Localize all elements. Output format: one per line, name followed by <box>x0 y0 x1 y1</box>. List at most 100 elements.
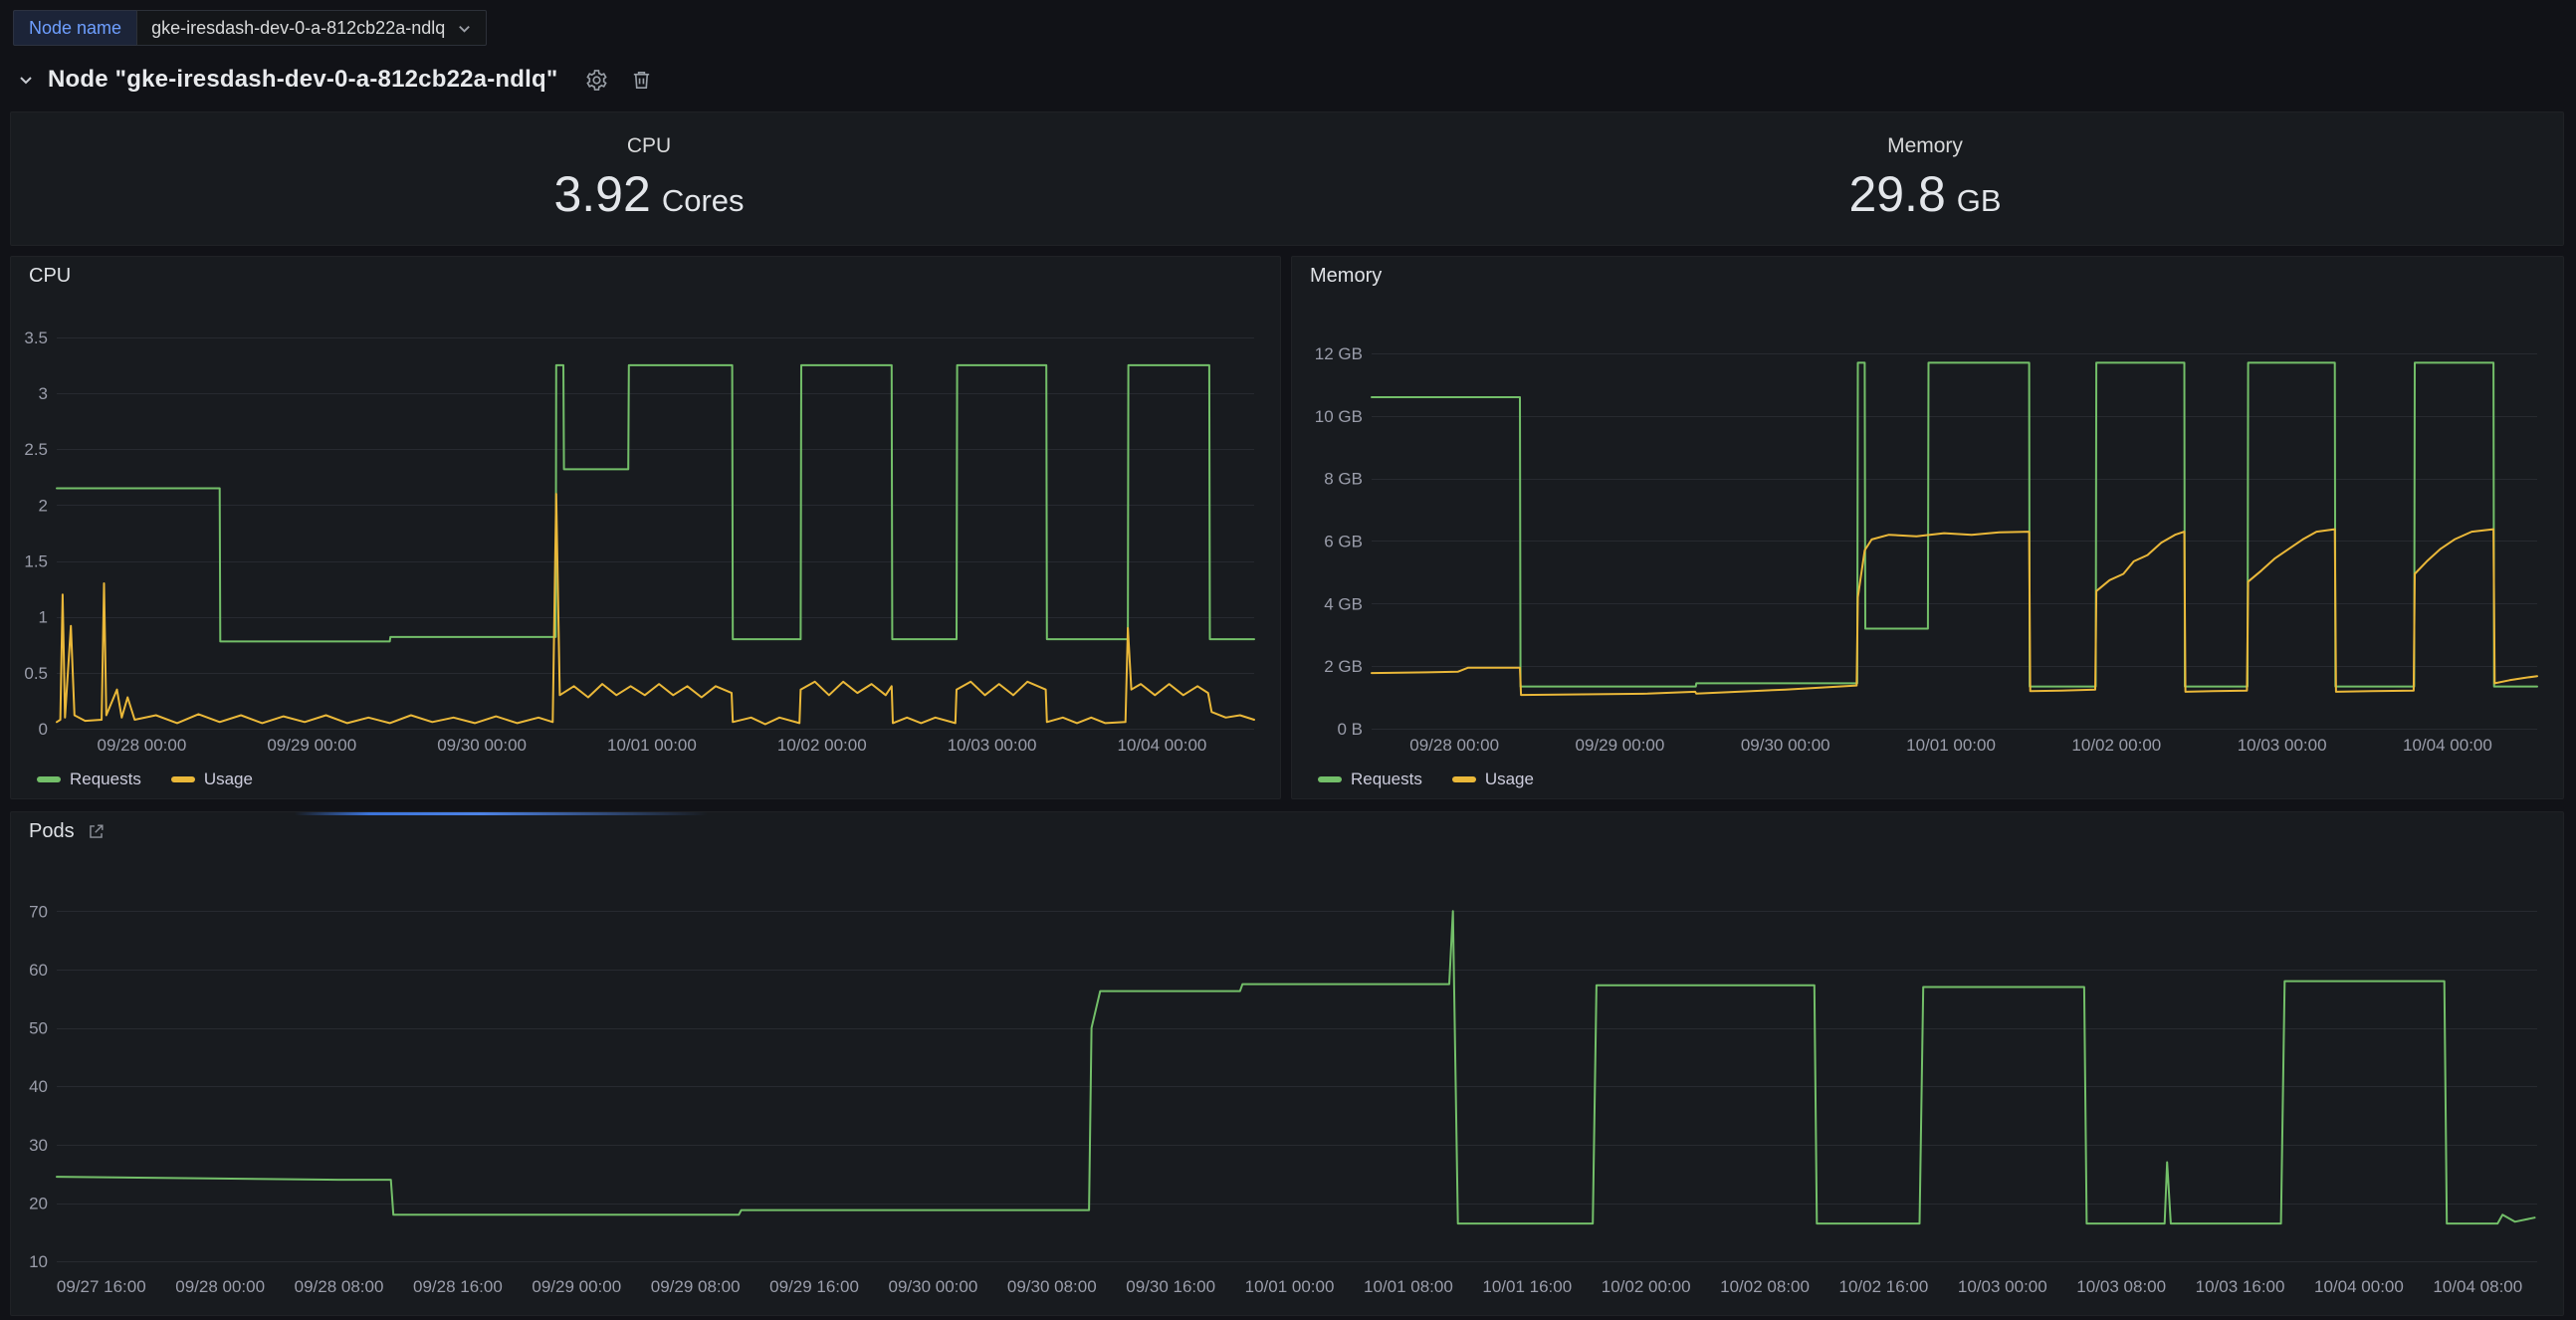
legend-swatch <box>171 776 195 782</box>
x-tick-label: 10/02 00:00 <box>1602 1277 1691 1296</box>
stat-memory-value: 29.8 <box>1848 165 1945 223</box>
legend-item-requests[interactable]: Requests <box>37 770 141 789</box>
legend-swatch <box>1318 776 1342 782</box>
x-tick-label: 09/28 08:00 <box>295 1277 384 1296</box>
stat-cpu-value-row: 3.92 Cores <box>553 165 744 223</box>
x-tick-label: 09/27 16:00 <box>57 1277 146 1296</box>
legend-label: Usage <box>1485 770 1534 789</box>
row-delete-button[interactable] <box>626 65 657 96</box>
x-tick-label: 09/29 08:00 <box>651 1277 741 1296</box>
x-tick-label: 09/29 00:00 <box>1576 736 1665 755</box>
y-tick-label: 3.5 <box>24 329 48 347</box>
x-tick-label: 10/04 00:00 <box>1118 736 1207 755</box>
x-tick-label: 10/03 00:00 <box>2238 736 2327 755</box>
x-tick-label: 10/03 08:00 <box>2076 1277 2166 1296</box>
x-tick-label: 10/01 00:00 <box>1245 1277 1335 1296</box>
x-tick-label: 09/30 00:00 <box>437 736 527 755</box>
x-tick-label: 09/29 16:00 <box>769 1277 859 1296</box>
x-tick-label: 10/01 08:00 <box>1364 1277 1453 1296</box>
x-tick-label: 10/03 16:00 <box>2196 1277 2285 1296</box>
stat-memory-label: Memory <box>1887 134 1963 158</box>
y-tick-label: 10 GB <box>1315 407 1363 426</box>
y-tick-label: 1.5 <box>24 552 48 571</box>
requests-line <box>57 365 1254 642</box>
pods-chart[interactable]: 1020304050607009/27 16:0009/28 00:0009/2… <box>19 850 2555 1305</box>
variable-value: gke-iresdash-dev-0-a-812cb22a-ndlq <box>151 18 445 39</box>
stat-cpu-unit: Cores <box>662 183 745 219</box>
y-tick-label: 70 <box>29 902 48 921</box>
trash-icon <box>630 69 653 92</box>
y-tick-label: 4 GB <box>1324 594 1363 613</box>
legend-label: Requests <box>1351 770 1422 789</box>
memory-chart[interactable]: 0 B2 GB4 GB6 GB8 GB10 GB12 GB09/28 00:00… <box>1300 295 2555 757</box>
requests-line <box>1372 362 2537 686</box>
usage-line <box>1372 530 2537 696</box>
legend-item-usage[interactable]: Usage <box>171 770 253 789</box>
y-tick-label: 30 <box>29 1136 48 1155</box>
y-tick-label: 8 GB <box>1324 470 1363 489</box>
variable-node-name[interactable]: Node name gke-iresdash-dev-0-a-812cb22a-… <box>13 10 487 46</box>
panel-title-text: Pods <box>29 820 75 843</box>
loading-indicator <box>295 812 708 815</box>
stat-cpu-value: 3.92 <box>553 165 650 223</box>
panel-links-icon[interactable] <box>87 822 106 841</box>
row-header[interactable]: Node "gke-iresdash-dev-0-a-812cb22a-ndlq… <box>18 62 657 98</box>
chevron-down-icon <box>18 72 34 88</box>
cpu-panel-title[interactable]: CPU <box>11 257 1280 295</box>
x-tick-label: 10/03 00:00 <box>948 736 1037 755</box>
y-tick-label: 2 <box>39 496 48 515</box>
x-tick-label: 10/02 00:00 <box>2071 736 2161 755</box>
y-tick-label: 0.5 <box>24 664 48 683</box>
cpu-panel: CPU 00.511.522.533.509/28 00:0009/29 00:… <box>10 256 1281 799</box>
x-tick-label: 10/04 00:00 <box>2403 736 2492 755</box>
y-tick-label: 2 GB <box>1324 657 1363 676</box>
memory-plot[interactable]: 0 B2 GB4 GB6 GB8 GB10 GB12 GB09/28 00:00… <box>1300 295 2555 757</box>
legend-label: Requests <box>70 770 141 789</box>
x-tick-label: 10/04 08:00 <box>2433 1277 2522 1296</box>
row-title: Node "gke-iresdash-dev-0-a-812cb22a-ndlq… <box>48 66 557 94</box>
pods-panel-title[interactable]: Pods <box>11 812 2563 850</box>
stat-cpu-label: CPU <box>627 134 671 158</box>
memory-panel-title[interactable]: Memory <box>1292 257 2563 295</box>
cpu-plot[interactable]: 00.511.522.533.509/28 00:0009/29 00:0009… <box>19 295 1272 757</box>
y-tick-label: 12 GB <box>1315 344 1363 363</box>
pods-plot[interactable]: 1020304050607009/27 16:0009/28 00:0009/2… <box>19 850 2555 1305</box>
stat-memory-unit: GB <box>1957 183 2002 219</box>
legend-item-usage[interactable]: Usage <box>1452 770 1534 789</box>
legend-swatch <box>37 776 61 782</box>
stat-panel: CPU 3.92 Cores Memory 29.8 GB <box>10 111 2564 246</box>
x-tick-label: 09/30 16:00 <box>1126 1277 1215 1296</box>
x-tick-label: 10/01 00:00 <box>1906 736 1996 755</box>
memory-panel: Memory 0 B2 GB4 GB6 GB8 GB10 GB12 GB09/2… <box>1291 256 2564 799</box>
y-tick-label: 2.5 <box>24 440 48 459</box>
x-tick-label: 09/29 00:00 <box>532 1277 621 1296</box>
stat-memory-value-row: 29.8 GB <box>1848 165 2001 223</box>
cpu-legend: Requests Usage <box>37 770 253 789</box>
variable-value-dropdown[interactable]: gke-iresdash-dev-0-a-812cb22a-ndlq <box>136 10 487 46</box>
x-tick-label: 09/28 00:00 <box>98 736 187 755</box>
x-tick-label: 10/04 00:00 <box>2314 1277 2404 1296</box>
x-tick-label: 09/29 00:00 <box>267 736 356 755</box>
x-tick-label: 09/30 08:00 <box>1007 1277 1097 1296</box>
x-tick-label: 09/30 00:00 <box>889 1277 978 1296</box>
legend-item-requests[interactable]: Requests <box>1318 770 1422 789</box>
x-tick-label: 09/28 00:00 <box>175 1277 265 1296</box>
y-tick-label: 3 <box>39 384 48 403</box>
x-tick-label: 10/03 00:00 <box>1958 1277 2047 1296</box>
gear-icon <box>585 69 608 92</box>
cpu-chart[interactable]: 00.511.522.533.509/28 00:0009/29 00:0009… <box>19 295 1272 757</box>
pods-panel: Pods 1020304050607009/27 16:0009/28 00:0… <box>10 811 2564 1316</box>
y-tick-label: 20 <box>29 1195 48 1213</box>
x-tick-label: 10/02 00:00 <box>777 736 867 755</box>
x-tick-label: 09/28 16:00 <box>413 1277 503 1296</box>
memory-legend: Requests Usage <box>1318 770 1534 789</box>
stat-cpu: CPU 3.92 Cores <box>11 112 1287 245</box>
x-tick-label: 10/02 08:00 <box>1720 1277 1810 1296</box>
x-tick-label: 10/01 16:00 <box>1482 1277 1572 1296</box>
y-tick-label: 6 GB <box>1324 532 1363 550</box>
dashboard-variables: Node name gke-iresdash-dev-0-a-812cb22a-… <box>13 10 487 46</box>
stat-memory: Memory 29.8 GB <box>1287 112 2563 245</box>
y-tick-label: 40 <box>29 1077 48 1096</box>
row-settings-button[interactable] <box>581 65 612 96</box>
y-tick-label: 1 <box>39 608 48 627</box>
